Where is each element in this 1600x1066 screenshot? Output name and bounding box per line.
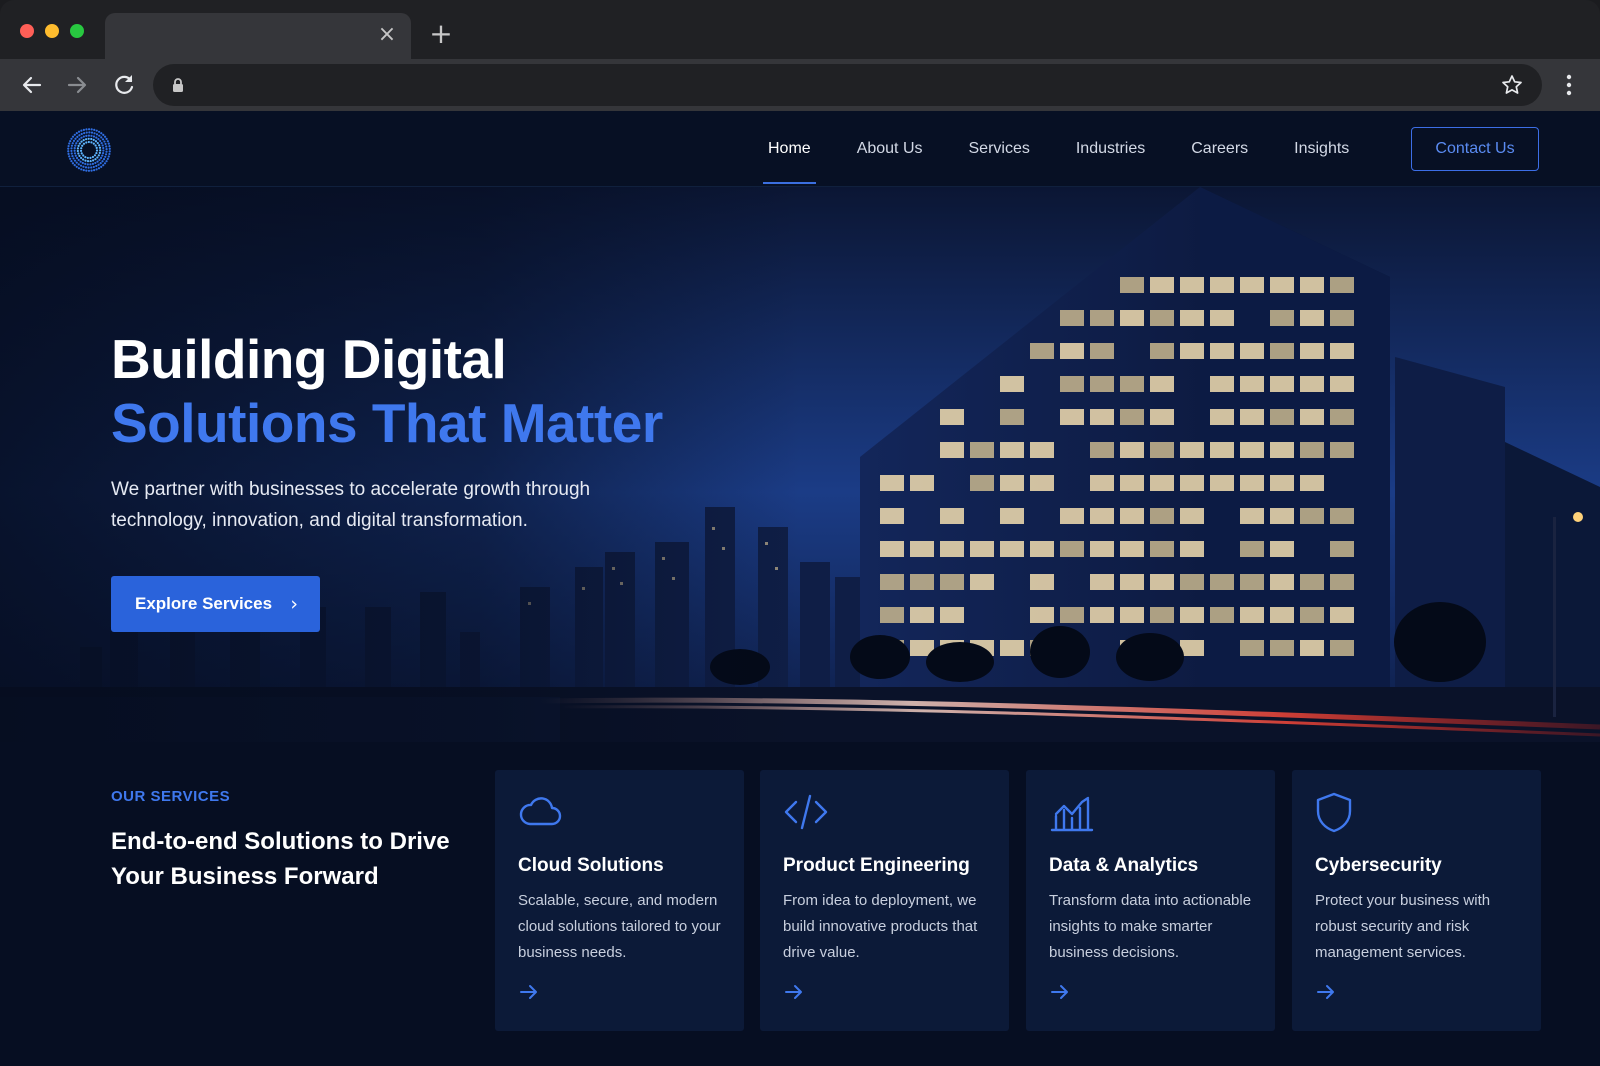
card-title: Data & Analytics bbox=[1049, 855, 1198, 877]
card-description: Scalable, secure, and modern cloud solut… bbox=[518, 888, 733, 966]
services-section: OUR SERVICES End-to-end Solutions to Dri… bbox=[0, 742, 1600, 1066]
plus-icon[interactable]: + bbox=[428, 20, 454, 48]
address-bar[interactable] bbox=[153, 64, 1542, 106]
browser-toolbar bbox=[0, 59, 1600, 111]
close-icon[interactable]: × bbox=[377, 24, 397, 46]
reload-icon[interactable] bbox=[110, 71, 138, 99]
services-eyebrow: OUR SERVICES bbox=[111, 788, 230, 805]
hero-title: Building Digital Solutions That Matter bbox=[111, 327, 663, 455]
arrow-right-icon[interactable] bbox=[783, 981, 805, 1003]
back-arrow-icon[interactable] bbox=[18, 71, 46, 99]
explore-services-label: Explore Services bbox=[135, 594, 272, 613]
card-title: Cybersecurity bbox=[1315, 855, 1442, 877]
service-card-data-analytics[interactable]: Data & Analytics Transform data into act… bbox=[1026, 770, 1275, 1031]
shield-icon bbox=[1314, 790, 1362, 834]
card-description: Protect your business with robust securi… bbox=[1315, 888, 1530, 966]
hero-title-line1: Building Digital bbox=[111, 327, 663, 391]
nav-link-industries[interactable]: Industries bbox=[1068, 111, 1153, 187]
chevron-right-icon: › bbox=[290, 576, 298, 632]
cloud-icon bbox=[517, 790, 565, 834]
explore-services-button[interactable]: Explore Services › bbox=[111, 576, 320, 632]
card-description: From idea to deployment, we build innova… bbox=[783, 888, 998, 966]
service-card-cybersecurity[interactable]: Cybersecurity Protect your business with… bbox=[1292, 770, 1541, 1031]
card-description: Transform data into actionable insights … bbox=[1049, 888, 1264, 966]
service-card-product-engineering[interactable]: Product Engineering From idea to deploym… bbox=[760, 770, 1009, 1031]
arrow-right-icon[interactable] bbox=[1315, 981, 1337, 1003]
maximize-window-button[interactable] bbox=[70, 24, 84, 38]
hero-title-line2: Solutions That Matter bbox=[111, 391, 663, 455]
hero-section: Building Digital Solutions That Matter W… bbox=[0, 187, 1600, 742]
bookmark-star-icon[interactable] bbox=[1500, 73, 1524, 97]
hero-overlay bbox=[0, 187, 800, 742]
browser-chrome: × + bbox=[0, 0, 1600, 111]
site-navbar: Home About Us Services Industries Career… bbox=[0, 111, 1600, 187]
services-heading: End-to-end Solutions to Drive Your Busin… bbox=[111, 824, 471, 894]
nav-link-insights[interactable]: Insights bbox=[1286, 111, 1357, 187]
analytics-chart-icon bbox=[1048, 790, 1096, 834]
menu-dots-icon[interactable] bbox=[1556, 72, 1582, 98]
card-title: Cloud Solutions bbox=[518, 855, 664, 877]
website: Home About Us Services Industries Career… bbox=[0, 111, 1600, 1066]
close-window-button[interactable] bbox=[20, 24, 34, 38]
code-icon bbox=[782, 790, 830, 834]
lock-icon bbox=[169, 76, 187, 94]
nav-link-services[interactable]: Services bbox=[961, 111, 1038, 187]
service-card-cloud-solutions[interactable]: Cloud Solutions Scalable, secure, and mo… bbox=[495, 770, 744, 1031]
window-controls bbox=[20, 24, 84, 38]
nav-links: Home About Us Services Industries Career… bbox=[760, 111, 1387, 187]
nav-link-careers[interactable]: Careers bbox=[1183, 111, 1256, 187]
forward-arrow-icon[interactable] bbox=[63, 71, 91, 99]
browser-tab[interactable]: × bbox=[105, 13, 411, 59]
contact-us-button[interactable]: Contact Us bbox=[1411, 127, 1539, 171]
minimize-window-button[interactable] bbox=[45, 24, 59, 38]
hero-subtitle: We partner with businesses to accelerate… bbox=[111, 474, 631, 536]
nav-link-about-us[interactable]: About Us bbox=[849, 111, 931, 187]
logo-icon[interactable] bbox=[66, 127, 112, 173]
card-title: Product Engineering bbox=[783, 855, 970, 877]
nav-link-home[interactable]: Home bbox=[760, 111, 819, 187]
arrow-right-icon[interactable] bbox=[1049, 981, 1071, 1003]
arrow-right-icon[interactable] bbox=[518, 981, 540, 1003]
